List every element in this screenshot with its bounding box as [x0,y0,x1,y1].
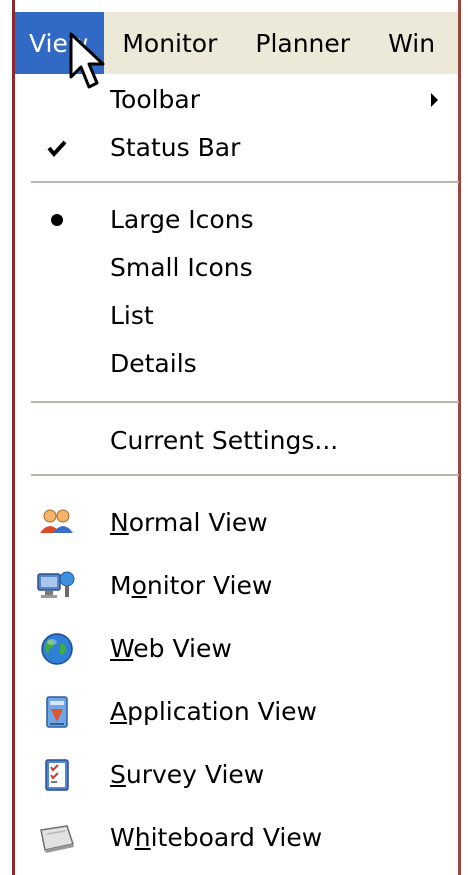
globe-icon [37,631,77,667]
menu-item-normal-view-label: Normal View [110,508,268,537]
menu-item-survey-view[interactable]: Survey View [15,751,458,799]
menu-item-normal-view[interactable]: Normal View [15,499,458,547]
view-dropdown-menu: Toolbar Status Bar Large Icons Small Ico… [15,74,459,875]
screenshot-stage: View Monitor Planner Win Toolbar Status … [0,0,468,875]
menu-separator [31,474,459,476]
menu-item-status-bar[interactable]: Status Bar [15,124,458,172]
checkmark-icon [37,124,77,172]
menu-item-small-icons[interactable]: Small Icons [15,244,458,292]
mouse-cursor-icon [69,32,105,89]
menu-separator [31,401,459,403]
menu-planner[interactable]: Planner [237,12,370,74]
menu-window[interactable]: Win [370,12,455,74]
menu-item-list[interactable]: List [15,292,458,340]
menu-item-web-view-label: Web View [110,634,232,663]
menu-item-web-view[interactable]: Web View [15,625,458,673]
menu-item-application-view-label: Application View [110,697,317,726]
monitor-view-icon [37,568,77,604]
survey-checklist-icon [37,757,77,793]
menu-item-whiteboard-view-label: Whiteboard View [110,823,323,852]
menu-item-details[interactable]: Details [15,340,458,388]
application-icon [37,694,77,730]
menu-separator [31,181,459,183]
menu-item-whiteboard-view[interactable]: Whiteboard View [15,814,458,862]
menu-item-survey-view-label: Survey View [110,760,265,789]
menu-item-application-view[interactable]: Application View [15,688,458,736]
users-icon [37,505,77,541]
menu-item-list-label: List [110,301,154,330]
menu-item-toolbar-label: Toolbar [110,85,201,114]
menu-item-current-settings-label: Current Settings... [110,426,339,455]
menu-item-current-settings[interactable]: Current Settings... [15,417,458,465]
menu-item-details-label: Details [110,349,197,378]
menu-item-large-icons[interactable]: Large Icons [15,196,458,244]
submenu-arrow-icon [431,93,438,107]
menu-monitor[interactable]: Monitor [104,12,237,74]
window-border-right [458,0,461,875]
menu-item-small-icons-label: Small Icons [110,253,253,282]
radio-dot-icon [37,196,77,244]
menu-item-monitor-view[interactable]: Monitor View [15,562,458,610]
menu-item-large-icons-label: Large Icons [110,205,254,234]
menu-item-monitor-view-label: Monitor View [110,571,273,600]
menu-item-status-bar-label: Status Bar [110,133,241,162]
whiteboard-icon [37,820,77,856]
